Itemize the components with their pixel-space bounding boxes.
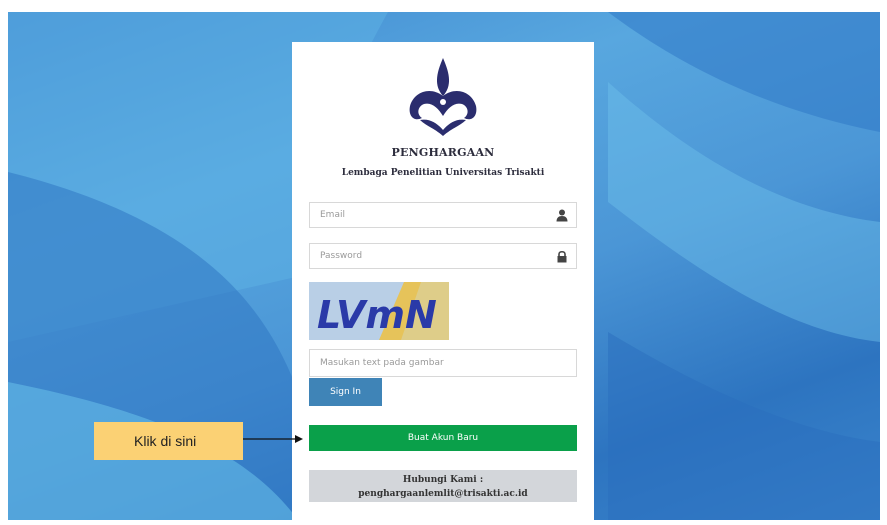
brand-subtitle: Lembaga Penelitian Universitas Trisakti: [341, 168, 545, 178]
user-icon: [556, 209, 568, 222]
captcha-text: LVmN: [317, 293, 437, 337]
password-input[interactable]: [310, 244, 550, 268]
contact-box: Hubungi Kami : penghargaanlemlit@trisakt…: [309, 470, 577, 502]
login-panel: PENGHARGAAN Lembaga Penelitian Universit…: [292, 42, 594, 525]
sign-in-button[interactable]: Sign In: [309, 378, 382, 406]
contact-title: Hubungi Kami :: [402, 475, 484, 485]
lock-icon: [557, 250, 567, 263]
arrow-right-icon: [243, 435, 303, 443]
captcha-input[interactable]: [310, 350, 550, 376]
captcha-image: LVmN: [309, 282, 449, 340]
email-input[interactable]: [310, 203, 550, 227]
email-field-container: [309, 202, 577, 228]
captcha-field-container: [309, 349, 577, 377]
create-account-button[interactable]: Buat Akun Baru: [309, 425, 577, 451]
brand-title: PENGHARGAAN: [391, 146, 495, 159]
university-logo-icon: [409, 58, 477, 136]
password-field-container: [309, 243, 577, 269]
contact-email[interactable]: penghargaanlemlit@trisakti.ac.id: [309, 487, 577, 501]
annotation-callout: Klik di sini: [94, 422, 243, 460]
